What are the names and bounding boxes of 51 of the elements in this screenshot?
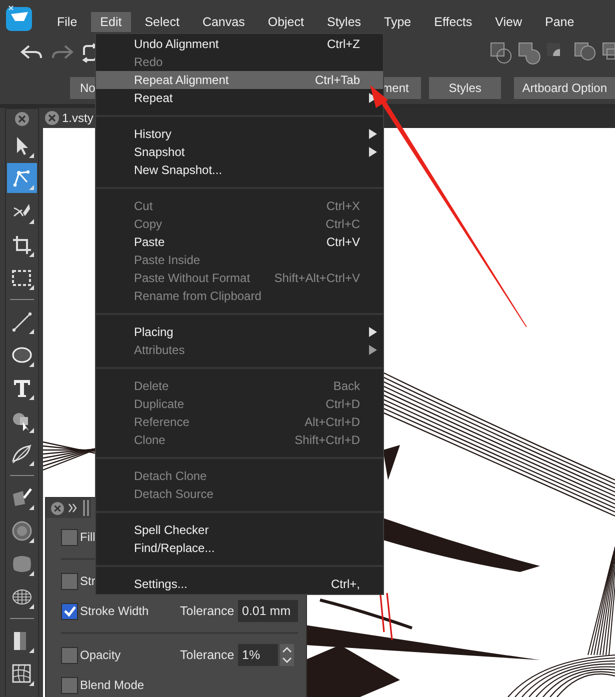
combine-shapes-icon[interactable]	[489, 41, 513, 65]
tolerance-field[interactable]: 0.01 mm	[238, 600, 298, 622]
warp-icon	[10, 662, 34, 686]
menu-item[interactable]: New Snapshot...	[96, 161, 383, 179]
menu-title[interactable]: Styles	[318, 12, 370, 32]
menu-item[interactable]: Find/Replace...	[96, 539, 383, 557]
menu-title[interactable]: View	[486, 12, 531, 32]
option-label: Fill	[80, 530, 96, 544]
checkbox[interactable]	[61, 676, 78, 694]
option-label: Opacity	[80, 648, 121, 662]
option-label: Blend Mode	[80, 678, 144, 692]
option-label: Stroke Width	[80, 604, 149, 618]
menu-item[interactable]: Repeat Alignment Ctrl+Tab	[96, 71, 383, 89]
panel-button[interactable]: Artboard Option	[514, 77, 615, 99]
line-icon	[10, 310, 34, 334]
menu-title[interactable]: File	[48, 12, 86, 32]
menu-title[interactable]: Effects	[425, 12, 482, 32]
app-logo-icon	[5, 4, 33, 32]
menu-item[interactable]: History	[96, 125, 383, 143]
menu-title[interactable]: Type	[375, 12, 420, 32]
option-label: Str	[80, 574, 96, 588]
tolerance-field[interactable]: 1%	[238, 644, 278, 666]
spinner-icon[interactable]	[280, 644, 294, 666]
menu-item[interactable]: Spell Checker	[96, 521, 383, 539]
menu-item[interactable]: Settings... Ctrl+,	[96, 575, 383, 593]
close-icon[interactable]	[51, 502, 64, 514]
close-icon[interactable]	[15, 112, 29, 126]
panel-button[interactable]: Styles	[428, 77, 502, 99]
close-icon[interactable]	[45, 111, 59, 125]
menu-title[interactable]: Select	[136, 12, 188, 32]
path-icon	[10, 442, 34, 466]
menu-title[interactable]: Edit	[91, 12, 131, 32]
checkbox[interactable]	[61, 528, 78, 546]
checkbox[interactable]	[61, 602, 78, 620]
menu-item[interactable]: Undo Alignment Ctrl+Z	[96, 35, 383, 53]
menu-item[interactable]: Snapshot	[96, 143, 383, 161]
menu-title[interactable]: Canvas	[193, 12, 254, 32]
collapse-icon[interactable]	[68, 502, 78, 514]
tolerance-label: Tolerance	[180, 648, 236, 662]
union-shapes-icon[interactable]	[517, 41, 541, 65]
circle-icon	[10, 518, 34, 542]
tolerance-label: Tolerance	[180, 604, 236, 618]
menu-title[interactable]: Object	[258, 12, 313, 32]
checkbox[interactable]	[61, 572, 78, 590]
checkbox[interactable]	[61, 646, 78, 664]
menu-item[interactable]: Placing	[96, 323, 383, 341]
menu-item[interactable]: Paste Ctrl+V	[96, 233, 383, 251]
node-tool[interactable]	[7, 163, 37, 193]
menu-title[interactable]: Pane	[536, 12, 584, 32]
mesh-icon	[10, 486, 34, 510]
grip-icon[interactable]	[82, 500, 90, 516]
